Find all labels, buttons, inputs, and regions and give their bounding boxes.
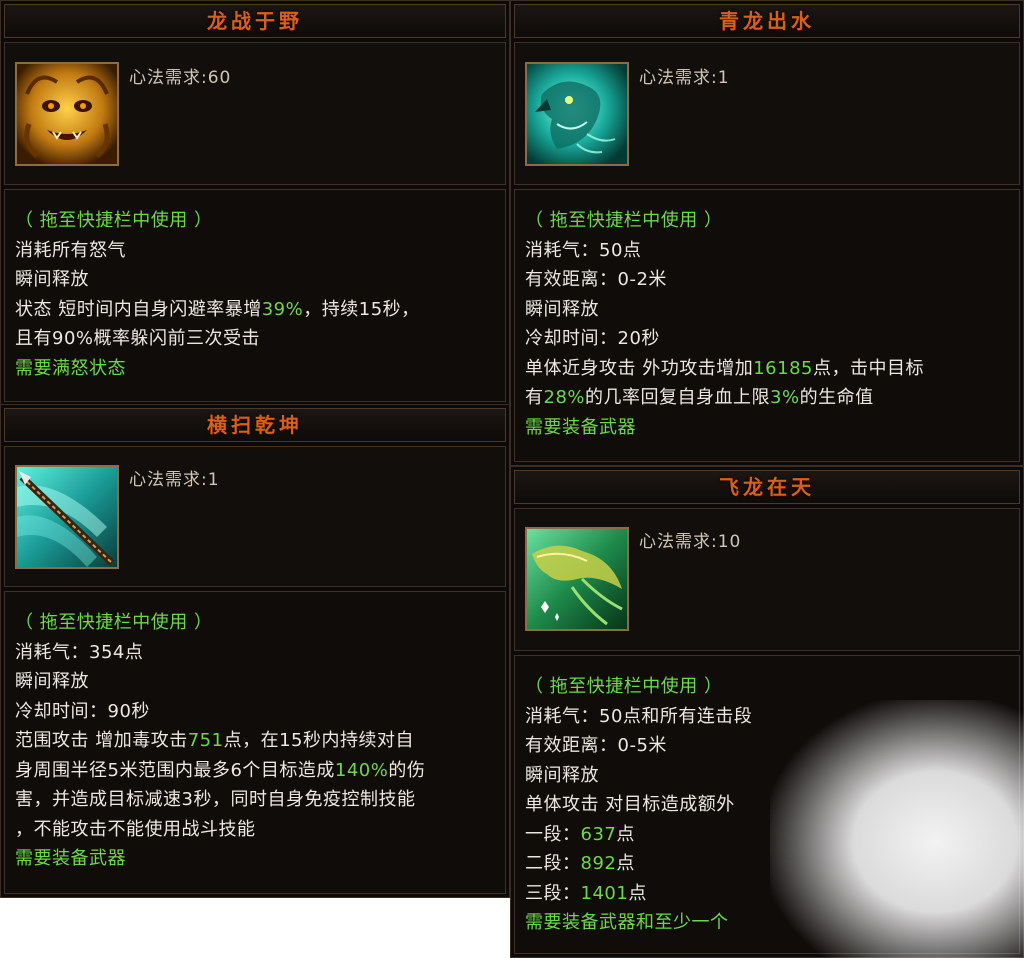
highlight-value: 892 bbox=[580, 853, 617, 874]
effect-line: 瞬间释放 bbox=[525, 298, 599, 320]
highlight-value: 3% bbox=[770, 387, 800, 408]
effect-lines: 消耗气：50点有效距离：0-2米 瞬间释放冷却时间：20秒单体近身攻击 外功攻击增… bbox=[525, 236, 1009, 413]
highlight-value: 637 bbox=[580, 823, 617, 845]
effect-line: 冷却时间：90秒 bbox=[15, 700, 150, 722]
skill-title: 青龙出水 bbox=[514, 4, 1020, 38]
effect-line: 一段：637点 bbox=[525, 823, 635, 845]
highlight-value: 751 bbox=[187, 730, 224, 751]
effect-line: 消耗气：354点 bbox=[15, 641, 144, 663]
skill-panel-longzhanyuye: 龙战于野 心法需求:60 （ 拖至快捷栏中使用 ） 消耗所有怒气 瞬间释放 状态… bbox=[0, 0, 510, 406]
effect-line: 二段：892点 bbox=[525, 853, 635, 874]
skill-requirement: 心法需求:1 bbox=[639, 68, 730, 88]
requirement-note: 需要装备武器 bbox=[15, 848, 126, 869]
skill-title: 飞龙在天 bbox=[514, 470, 1020, 504]
requirement-note: 需要装备武器 bbox=[525, 416, 636, 438]
requirement-note: 需要满怒状态 bbox=[15, 357, 126, 379]
highlight-value: 28% bbox=[543, 387, 586, 408]
highlight-value: 1401 bbox=[580, 882, 629, 904]
drag-hint: （ 拖至快捷栏中使用 ） bbox=[15, 210, 213, 231]
highlight-value: 140% bbox=[334, 759, 389, 781]
effect-lines: 消耗气：354点 瞬间释放冷却时间：90秒范围攻击 增加毒攻击751点，在15秒内… bbox=[15, 638, 495, 845]
skill-description: （ 拖至快捷栏中使用 ） 消耗气：50点和所有连击段 有效距离：0-5米 瞬间释放单… bbox=[514, 655, 1020, 954]
skill-header: 心法需求:60 bbox=[4, 42, 506, 185]
skill-panel-qinglongchushui: 青龙出水 心法需求:1 （ 拖至快捷栏中使用 ） 消耗气：50点有效距离：0-2… bbox=[510, 0, 1024, 466]
skill-header: 心法需求:10 bbox=[514, 508, 1020, 651]
effect-line: 状态 短时间内自身闪避率暴增39%，持续15秒， bbox=[15, 298, 420, 320]
skill-requirement: 心法需求:60 bbox=[129, 68, 232, 88]
azure-dragon-head-icon[interactable] bbox=[525, 62, 629, 166]
effect-line: 身周围半径5米范围内最多6个目标造成140%的伤 bbox=[15, 759, 426, 781]
requirement-note: 需要装备武器和至少一个 bbox=[525, 912, 729, 933]
skill-title: 横扫乾坤 bbox=[4, 408, 506, 442]
highlight-value: 39% bbox=[261, 298, 304, 320]
effect-line: 三段：1401点 bbox=[525, 882, 647, 904]
skill-description: （ 拖至快捷栏中使用 ） 消耗所有怒气 瞬间释放状态 短时间内自身闪避率暴增39%… bbox=[4, 189, 506, 402]
skill-description: （ 拖至快捷栏中使用 ） 消耗气：354点 瞬间释放冷却时间：90秒范围攻击 增加… bbox=[4, 591, 506, 894]
effect-line: 消耗气：50点和所有连击段 bbox=[525, 705, 753, 727]
drag-hint: （ 拖至快捷栏中使用 ） bbox=[15, 612, 213, 633]
flying-green-dragon-icon[interactable] bbox=[525, 527, 629, 631]
drag-hint: （ 拖至快捷栏中使用 ） bbox=[525, 676, 723, 697]
effect-line: 有效距离：0-5米 bbox=[525, 735, 667, 756]
drag-hint: （ 拖至快捷栏中使用 ） bbox=[525, 210, 723, 231]
effect-line: ，不能攻击不能使用战斗技能 bbox=[15, 818, 256, 840]
effect-line: 消耗所有怒气 bbox=[15, 239, 126, 261]
effect-lines: 消耗所有怒气 瞬间释放状态 短时间内自身闪避率暴增39%，持续15秒， 且有90%概… bbox=[15, 236, 495, 354]
effect-line: 有28%的几率回复自身血上限3%的生命值 bbox=[525, 387, 874, 408]
effect-line: 单体近身攻击 外功攻击增加16185点，击中目标 bbox=[525, 357, 924, 379]
effect-line: 有效距离：0-2米 bbox=[525, 269, 667, 290]
skill-panel-hengsaoqiankun: 横扫乾坤 心法需求:1 （ 拖至快捷栏中使用 ） 消耗气：354点 瞬间释放冷却时… bbox=[0, 404, 510, 898]
effect-line: 瞬间释放 bbox=[525, 764, 599, 786]
skill-header: 心法需求:1 bbox=[4, 446, 506, 587]
skill-title: 龙战于野 bbox=[4, 4, 506, 38]
effect-lines: 消耗气：50点和所有连击段 有效距离：0-5米 瞬间释放单体攻击 对目标造成额外 一段… bbox=[525, 702, 1009, 909]
effect-line: 范围攻击 增加毒攻击751点，在15秒内持续对自 bbox=[15, 730, 414, 751]
golden-dragon-face-icon[interactable] bbox=[15, 62, 119, 166]
effect-line: 害，并造成目标减速3秒，同时自身免疫控制技能 bbox=[15, 789, 416, 810]
skill-panel-feilongzaitian: 飞龙在天 心法需求:10 （ 拖至快捷栏中使用 ） 消耗气：50点和所有连击段有… bbox=[510, 466, 1024, 958]
skill-requirement: 心法需求:10 bbox=[639, 532, 742, 552]
highlight-value: 16185 bbox=[753, 357, 813, 379]
effect-line: 瞬间释放 bbox=[15, 671, 89, 692]
effect-line: 且有90%概率躲闪前三次受击 bbox=[15, 328, 261, 349]
effect-line: 单体攻击 对目标造成额外 bbox=[525, 794, 735, 815]
effect-line: 消耗气：50点 bbox=[525, 239, 642, 261]
effect-line: 瞬间释放 bbox=[15, 269, 89, 290]
skill-header: 心法需求:1 bbox=[514, 42, 1020, 185]
skill-description: （ 拖至快捷栏中使用 ） 消耗气：50点有效距离：0-2米 瞬间释放冷却时间：20… bbox=[514, 189, 1020, 462]
effect-line: 冷却时间：20秒 bbox=[525, 328, 660, 349]
skill-requirement: 心法需求:1 bbox=[129, 470, 220, 490]
spear-slash-icon[interactable] bbox=[15, 465, 119, 569]
